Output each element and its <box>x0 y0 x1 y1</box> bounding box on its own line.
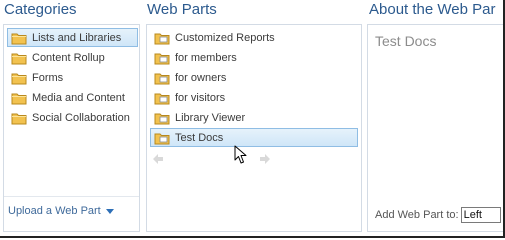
category-label: Media and Content <box>32 91 125 104</box>
web-parts-heading: Web Parts <box>147 1 217 18</box>
web-part-icon <box>154 71 170 85</box>
add-web-part-row: Add Web Part to: Left <box>375 207 501 223</box>
web-part-label: for members <box>175 51 237 64</box>
paging-arrows <box>152 153 272 165</box>
category-label: Content Rollup <box>32 51 105 64</box>
web-part-icon <box>154 111 170 125</box>
folder-icon <box>11 91 27 105</box>
category-content-rollup[interactable]: Content Rollup <box>7 48 138 67</box>
web-part-label: for visitors <box>175 91 226 104</box>
folder-icon <box>11 71 27 85</box>
about-panel: Test Docs Add Web Part to: Left <box>367 24 505 232</box>
category-label: Lists and Libraries <box>32 31 122 44</box>
add-web-part-label: Add Web Part to: <box>375 209 459 221</box>
upload-web-part-link[interactable]: Upload a Web Part <box>8 205 114 217</box>
category-forms[interactable]: Forms <box>7 68 138 87</box>
next-arrow-icon[interactable] <box>259 153 271 165</box>
category-media-and-content[interactable]: Media and Content <box>7 88 138 107</box>
folder-icon <box>11 51 27 65</box>
web-part-label: Test Docs <box>175 131 224 144</box>
web-part-icon <box>154 131 170 145</box>
web-part-for-members[interactable]: for members <box>150 48 358 67</box>
window-edge-bottom <box>0 236 505 238</box>
mouse-pointer-icon <box>234 145 247 164</box>
web-part-label: Library Viewer <box>175 111 246 124</box>
folder-icon <box>11 111 27 125</box>
category-label: Forms <box>32 71 64 84</box>
category-label: Social Collaboration <box>32 111 130 124</box>
web-parts-panel: Customized Reports for members for owner… <box>146 24 362 232</box>
web-part-library-viewer[interactable]: Library Viewer <box>150 108 358 127</box>
folder-icon <box>11 31 27 45</box>
about-web-part-title: Test Docs <box>375 33 437 49</box>
upload-label: Upload a Web Part <box>8 205 101 217</box>
about-heading: About the Web Par <box>369 1 496 18</box>
web-part-customized-reports[interactable]: Customized Reports <box>150 28 358 47</box>
web-part-for-visitors[interactable]: for visitors <box>150 88 358 107</box>
category-lists-and-libraries[interactable]: Lists and Libraries <box>7 28 138 47</box>
category-social-collaboration[interactable]: Social Collaboration <box>7 108 138 127</box>
categories-heading: Categories <box>4 1 77 18</box>
web-part-label: for owners <box>175 71 227 84</box>
web-part-label: Customized Reports <box>175 31 275 44</box>
web-part-icon <box>154 31 170 45</box>
categories-panel: Lists and Libraries Content Rollup Forms… <box>3 24 140 232</box>
previous-arrow-icon[interactable] <box>152 153 164 165</box>
web-part-for-owners[interactable]: for owners <box>150 68 358 87</box>
zone-select[interactable]: Left <box>460 207 501 223</box>
web-part-icon <box>154 51 170 65</box>
categories-footer-divider <box>4 196 139 197</box>
dropdown-arrow-icon[interactable] <box>105 208 114 214</box>
web-part-test-docs[interactable]: Test Docs <box>150 128 358 147</box>
web-part-icon <box>154 91 170 105</box>
